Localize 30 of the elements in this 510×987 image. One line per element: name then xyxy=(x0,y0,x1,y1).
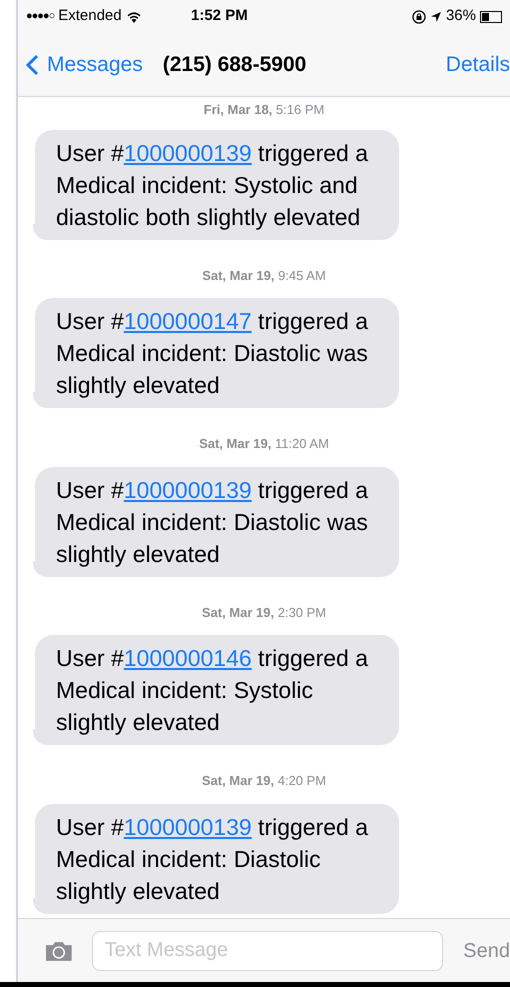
wifi-icon xyxy=(126,10,142,22)
message-timestamp: Sat, Mar 19, 2:30 PM xyxy=(202,604,326,620)
message-text: User #1000000146 triggered a Medical incident: Systolic slightly elevated xyxy=(56,645,368,735)
battery-icon xyxy=(480,10,502,22)
location-arrow-icon xyxy=(430,10,442,22)
status-time: 1:52 PM xyxy=(191,6,249,26)
message-text: User #1000000147 triggered a Medical incident: Diastolic was slightly elevated xyxy=(56,308,368,398)
battery-percentage: 36% xyxy=(446,6,476,26)
user-id-link[interactable]: 1000000139 xyxy=(124,140,252,166)
user-id-link[interactable]: 1000000147 xyxy=(124,308,252,334)
message-input-field[interactable]: Text Message xyxy=(92,930,444,970)
conversation-title: (215) 688-5900 xyxy=(162,52,306,78)
user-id-link[interactable]: 1000000139 xyxy=(124,476,252,502)
chevron-left-icon xyxy=(26,54,39,76)
message-timestamp: Sat, Mar 19, 4:20 PM xyxy=(202,773,326,788)
signal-strength: ●●●●○ xyxy=(26,9,54,24)
user-id-link[interactable]: 1000000146 xyxy=(124,645,252,671)
back-button[interactable]: Messages xyxy=(26,48,143,80)
rotation-lock-icon xyxy=(412,10,426,24)
user-id-link[interactable]: 1000000139 xyxy=(124,814,252,840)
message-timestamp: Fri, Mar 18, 5:16 PM xyxy=(204,102,324,117)
details-button[interactable]: Details xyxy=(446,48,510,80)
message-text: User #1000000139 triggered a Medical incident: Diastolic slightly elevated xyxy=(56,814,368,904)
send-button[interactable]: Send xyxy=(463,936,510,966)
carrier-name: Extended xyxy=(58,6,122,26)
message-text: User #1000000139 triggered a Medical incident: Diastolic was slightly elevated xyxy=(56,476,368,566)
message-timestamp: Sat, Mar 19, 11:20 AM xyxy=(199,436,329,451)
camera-icon[interactable] xyxy=(46,940,72,960)
message-text: User #1000000139 triggered a Medical incident: Systolic and diastolic both slightly elevated xyxy=(56,140,368,230)
message-timestamp: Sat, Mar 19, 9:45 AM xyxy=(202,268,326,282)
